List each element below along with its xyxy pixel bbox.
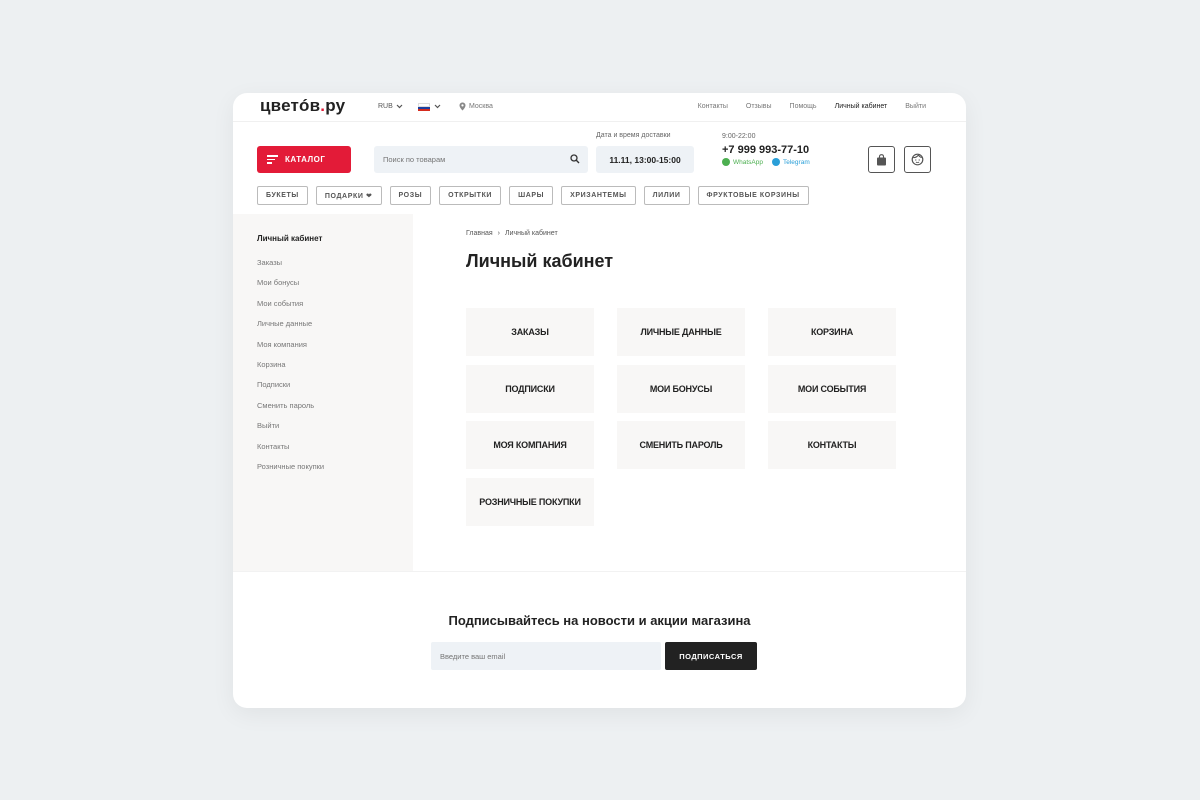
breadcrumb-separator: › [497, 230, 500, 237]
category-lilies[interactable]: ЛИЛИИ [643, 186, 690, 205]
profile-button[interactable] [904, 146, 931, 173]
sidebar-title: Личный кабинет [257, 234, 323, 243]
top-link-reviews[interactable]: Отзывы [746, 103, 772, 110]
page-title: Личный кабинет [466, 251, 614, 271]
sidebar-item-bonuses[interactable]: Мои бонусы [257, 278, 324, 298]
tile-bonuses[interactable]: МОИ БОНУСЫ [617, 364, 745, 413]
top-link-help[interactable]: Помощь [790, 103, 817, 110]
russia-flag-icon[interactable] [418, 103, 430, 111]
city-label: Москва [469, 103, 493, 110]
delivery-label: Дата и время доставки [596, 132, 671, 139]
menu-icon [267, 155, 278, 164]
category-fruit-baskets[interactable]: ФРУКТОВЫЕ КОРЗИНЫ [697, 186, 809, 205]
chevron-down-icon [396, 104, 403, 109]
category-chrysanthemums[interactable]: ХРИЗАНТЕМЫ [561, 186, 636, 205]
top-link-contacts[interactable]: Контакты [698, 103, 728, 110]
logo-text: цветóв [260, 96, 321, 115]
sidebar-item-cart[interactable]: Корзина [257, 360, 324, 380]
top-bar: цветóв.ру RUB Москва Контакты Отзывы Пом… [233, 93, 966, 122]
tile-events[interactable]: МОИ СОБЫТИЯ [768, 364, 896, 413]
breadcrumb: Главная › Личный кабинет [466, 230, 558, 237]
city-selector[interactable]: Москва [459, 102, 493, 111]
top-nav: Контакты Отзывы Помощь Личный кабинет Вы… [698, 103, 926, 110]
category-bouquets[interactable]: БУКЕТЫ [257, 186, 308, 205]
tile-contacts[interactable]: КОНТАКТЫ [768, 421, 896, 469]
site-logo[interactable]: цветóв.ру [260, 96, 345, 116]
account-sidebar: Личный кабинет Заказы Мои бонусы Мои соб… [233, 214, 413, 571]
catalog-label: КАТАЛОГ [285, 155, 326, 164]
delivery-datetime-selector[interactable]: 11.11, 13:00-15:00 [596, 146, 694, 173]
email-field[interactable] [431, 642, 661, 670]
whatsapp-label: WhatsApp [733, 158, 763, 166]
sidebar-item-company[interactable]: Моя компания [257, 340, 324, 360]
whatsapp-icon [722, 158, 730, 166]
category-balloons[interactable]: ШАРЫ [509, 186, 554, 205]
category-gifts[interactable]: ПОДАРКИ ❤ [315, 186, 382, 205]
browser-window: цветóв.ру RUB Москва Контакты Отзывы Пом… [233, 93, 966, 708]
sidebar-menu: Заказы Мои бонусы Мои события Личные дан… [257, 258, 324, 482]
tile-subscriptions[interactable]: ПОДПИСКИ [466, 364, 594, 413]
breadcrumb-home[interactable]: Главная [466, 230, 493, 237]
breadcrumb-current: Личный кабинет [505, 230, 558, 237]
subscribe-button[interactable]: ПОДПИСАТЬСЯ [665, 642, 757, 670]
phone-number[interactable]: +7 999 993-77-10 [722, 144, 809, 156]
work-hours: 9:00-22:00 [722, 133, 756, 140]
sidebar-item-orders[interactable]: Заказы [257, 258, 324, 278]
sidebar-item-retail-purchases[interactable]: Розничные покупки [257, 462, 324, 482]
user-face-icon [911, 153, 924, 166]
telegram-label: Telegram [783, 158, 810, 166]
account-tiles-grid: ЗАКАЗЫ ЛИЧНЫЕ ДАННЫЕ КОРЗИНА ПОДПИСКИ МО… [466, 308, 896, 526]
currency-selector[interactable]: RUB [378, 103, 403, 110]
logo-tail: ру [325, 96, 346, 115]
search-icon[interactable] [570, 154, 580, 164]
sidebar-item-personal-data[interactable]: Личные данные [257, 319, 324, 339]
cart-button[interactable] [868, 146, 895, 173]
telegram-icon [772, 158, 780, 166]
catalog-button[interactable]: КАТАЛОГ [257, 146, 351, 173]
tile-cart[interactable]: КОРЗИНА [768, 308, 896, 356]
category-roses[interactable]: РОЗЫ [389, 186, 432, 205]
search-input[interactable] [374, 146, 588, 173]
chevron-down-icon[interactable] [434, 104, 441, 109]
sidebar-item-logout[interactable]: Выйти [257, 421, 324, 441]
tile-personal-data[interactable]: ЛИЧНЫЕ ДАННЫЕ [617, 308, 745, 356]
shopping-bag-icon [877, 153, 886, 165]
subscribe-title: Подписывайтесь на новости и акции магази… [448, 613, 751, 628]
sidebar-item-contacts[interactable]: Контакты [257, 442, 324, 462]
tile-company[interactable]: МОЯ КОМПАНИЯ [466, 421, 594, 469]
sidebar-item-subscriptions[interactable]: Подписки [257, 380, 324, 400]
top-link-account[interactable]: Личный кабинет [835, 103, 888, 110]
telegram-link[interactable]: Telegram [772, 158, 810, 166]
sidebar-item-change-password[interactable]: Сменить пароль [257, 401, 324, 421]
section-divider [233, 571, 966, 572]
category-cards[interactable]: ОТКРЫТКИ [439, 186, 502, 205]
tile-retail-purchases[interactable]: РОЗНИЧНЫЕ ПОКУПКИ [466, 477, 594, 526]
location-pin-icon [459, 102, 466, 111]
top-link-logout[interactable]: Выйти [905, 103, 926, 110]
messengers: WhatsApp Telegram [722, 158, 810, 166]
sidebar-item-events[interactable]: Мои события [257, 299, 324, 319]
currency-label: RUB [378, 103, 393, 110]
category-nav: БУКЕТЫ ПОДАРКИ ❤ РОЗЫ ОТКРЫТКИ ШАРЫ ХРИЗ… [257, 186, 809, 205]
tile-change-password[interactable]: СМЕНИТЬ ПАРОЛЬ [617, 421, 745, 469]
whatsapp-link[interactable]: WhatsApp [722, 158, 763, 166]
tile-orders[interactable]: ЗАКАЗЫ [466, 308, 594, 356]
